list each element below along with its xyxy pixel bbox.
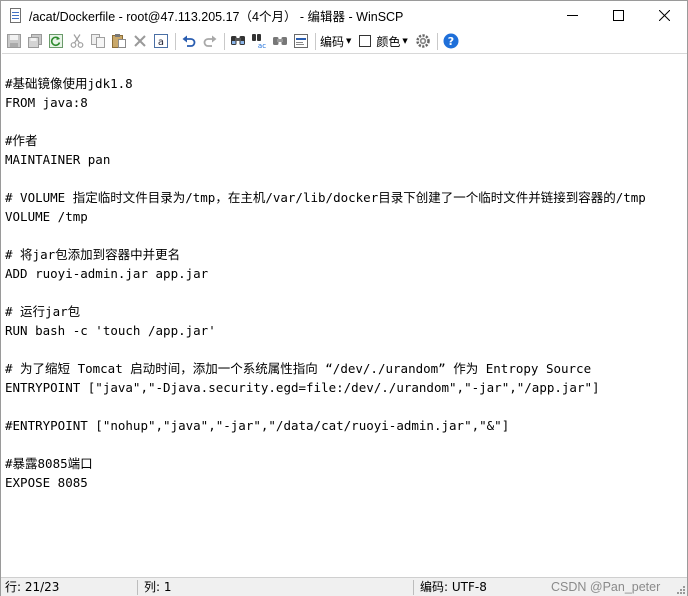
save-button[interactable] bbox=[5, 32, 23, 50]
code-line: #基础镜像使用jdk1.8 bbox=[5, 76, 133, 91]
save-all-icon bbox=[28, 34, 42, 48]
cut-button[interactable] bbox=[68, 32, 86, 50]
caret-down-icon: ▼ bbox=[402, 37, 408, 45]
toolbar-separator bbox=[436, 32, 438, 50]
help-icon: ? bbox=[443, 33, 459, 49]
reload-icon bbox=[49, 34, 63, 48]
code-line: #作者 bbox=[5, 133, 38, 148]
close-button[interactable] bbox=[641, 1, 687, 30]
undo-icon bbox=[182, 35, 196, 47]
status-divider bbox=[413, 580, 414, 595]
status-line-position: 行: 21/23 bbox=[5, 580, 60, 594]
caret-down-icon: ▼ bbox=[346, 37, 352, 45]
code-line: FROM java:8 bbox=[5, 95, 88, 110]
resize-grip-icon[interactable] bbox=[676, 585, 686, 595]
code-line: # 为了缩短 Tomcat 启动时间，添加一个系统属性指向 “/dev/./ur… bbox=[5, 361, 592, 376]
settings-button[interactable] bbox=[414, 32, 432, 50]
color-menu-label: 颜色 bbox=[376, 34, 401, 49]
document-icon bbox=[8, 7, 24, 24]
title-bar[interactable]: /acat/Dockerfile - root@47.113.205.17（4个… bbox=[1, 1, 687, 30]
code-line: #ENTRYPOINT ["nohup","java","-jar","/dat… bbox=[5, 418, 510, 433]
editor-window: /acat/Dockerfile - root@47.113.205.17（4个… bbox=[0, 0, 688, 596]
goto-line-icon bbox=[294, 34, 308, 48]
copy-button[interactable] bbox=[89, 32, 107, 50]
code-line: MAINTAINER pan bbox=[5, 152, 111, 167]
save-all-button[interactable] bbox=[26, 32, 44, 50]
code-line: RUN bash -c 'touch /app.jar' bbox=[5, 323, 216, 338]
encoding-menu-label: 编码 bbox=[320, 34, 345, 49]
find-button[interactable] bbox=[229, 32, 247, 50]
status-column-position: 列: 1 bbox=[144, 580, 172, 594]
settings-icon bbox=[416, 34, 430, 48]
code-line: EXPOSE 8085 bbox=[5, 475, 88, 490]
code-line: #暴露8085端口 bbox=[5, 456, 93, 471]
select-all-button[interactable]: a bbox=[152, 32, 170, 50]
status-encoding: 编码: UTF-8 bbox=[420, 580, 487, 594]
code-line: # 将jar包添加到容器中并更名 bbox=[5, 247, 181, 262]
maximize-icon bbox=[612, 10, 624, 21]
code-line: VOLUME /tmp bbox=[5, 209, 88, 224]
toolbar-separator bbox=[175, 32, 176, 50]
minimize-icon bbox=[566, 15, 578, 16]
help-button[interactable]: ? bbox=[442, 32, 460, 50]
select-all-icon: a bbox=[154, 34, 168, 48]
color-menu[interactable]: 颜色 ▼ bbox=[376, 33, 413, 50]
find-icon bbox=[231, 36, 245, 45]
minimize-button[interactable] bbox=[549, 1, 595, 30]
toolbar: a ac 编码 ▼ 颜色 ▼ ? bbox=[1, 30, 687, 52]
undo-button[interactable] bbox=[180, 32, 198, 50]
encoding-menu[interactable]: 编码 ▼ bbox=[320, 33, 357, 50]
status-divider bbox=[137, 580, 138, 595]
status-bar: 行: 21/23 列: 1 编码: UTF-8 CSDN @Pan_peter bbox=[1, 577, 687, 596]
code-line: # 运行jar包 bbox=[5, 304, 81, 319]
maximize-button[interactable] bbox=[595, 1, 641, 30]
replace-button[interactable]: ac bbox=[250, 32, 268, 50]
copy-icon bbox=[91, 34, 105, 48]
find-next-icon bbox=[273, 37, 287, 45]
goto-line-button[interactable] bbox=[292, 32, 310, 50]
delete-icon bbox=[134, 35, 146, 47]
delete-button[interactable] bbox=[131, 32, 149, 50]
watermark-text: CSDN @Pan_peter bbox=[551, 580, 661, 594]
redo-button[interactable] bbox=[201, 32, 219, 50]
toolbar-separator bbox=[315, 32, 316, 50]
close-icon bbox=[658, 10, 670, 21]
code-line: ADD ruoyi-admin.jar app.jar bbox=[5, 266, 209, 281]
code-line: ENTRYPOINT ["java","-Djava.security.egd=… bbox=[5, 380, 600, 395]
svg-text:ac: ac bbox=[258, 42, 266, 49]
find-next-button[interactable] bbox=[271, 32, 289, 50]
code-line: # VOLUME 指定临时文件目录为/tmp，在主机/var/lib/docke… bbox=[5, 190, 646, 205]
save-icon bbox=[7, 34, 21, 48]
color-checkbox[interactable] bbox=[359, 35, 372, 47]
svg-text:a: a bbox=[158, 37, 164, 48]
reload-button[interactable] bbox=[47, 32, 65, 50]
redo-icon bbox=[203, 35, 217, 47]
cut-icon bbox=[70, 34, 84, 48]
window-controls bbox=[549, 1, 687, 30]
replace-icon: ac bbox=[252, 34, 266, 49]
window-title: /acat/Dockerfile - root@47.113.205.17（4个… bbox=[29, 10, 404, 24]
toolbar-separator bbox=[224, 32, 225, 50]
text-editor[interactable]: #基础镜像使用jdk1.8 FROM java:8 #作者 MAINTAINER… bbox=[2, 53, 687, 577]
paste-icon bbox=[112, 34, 126, 48]
paste-button[interactable] bbox=[110, 32, 128, 50]
svg-text:?: ? bbox=[448, 35, 454, 48]
